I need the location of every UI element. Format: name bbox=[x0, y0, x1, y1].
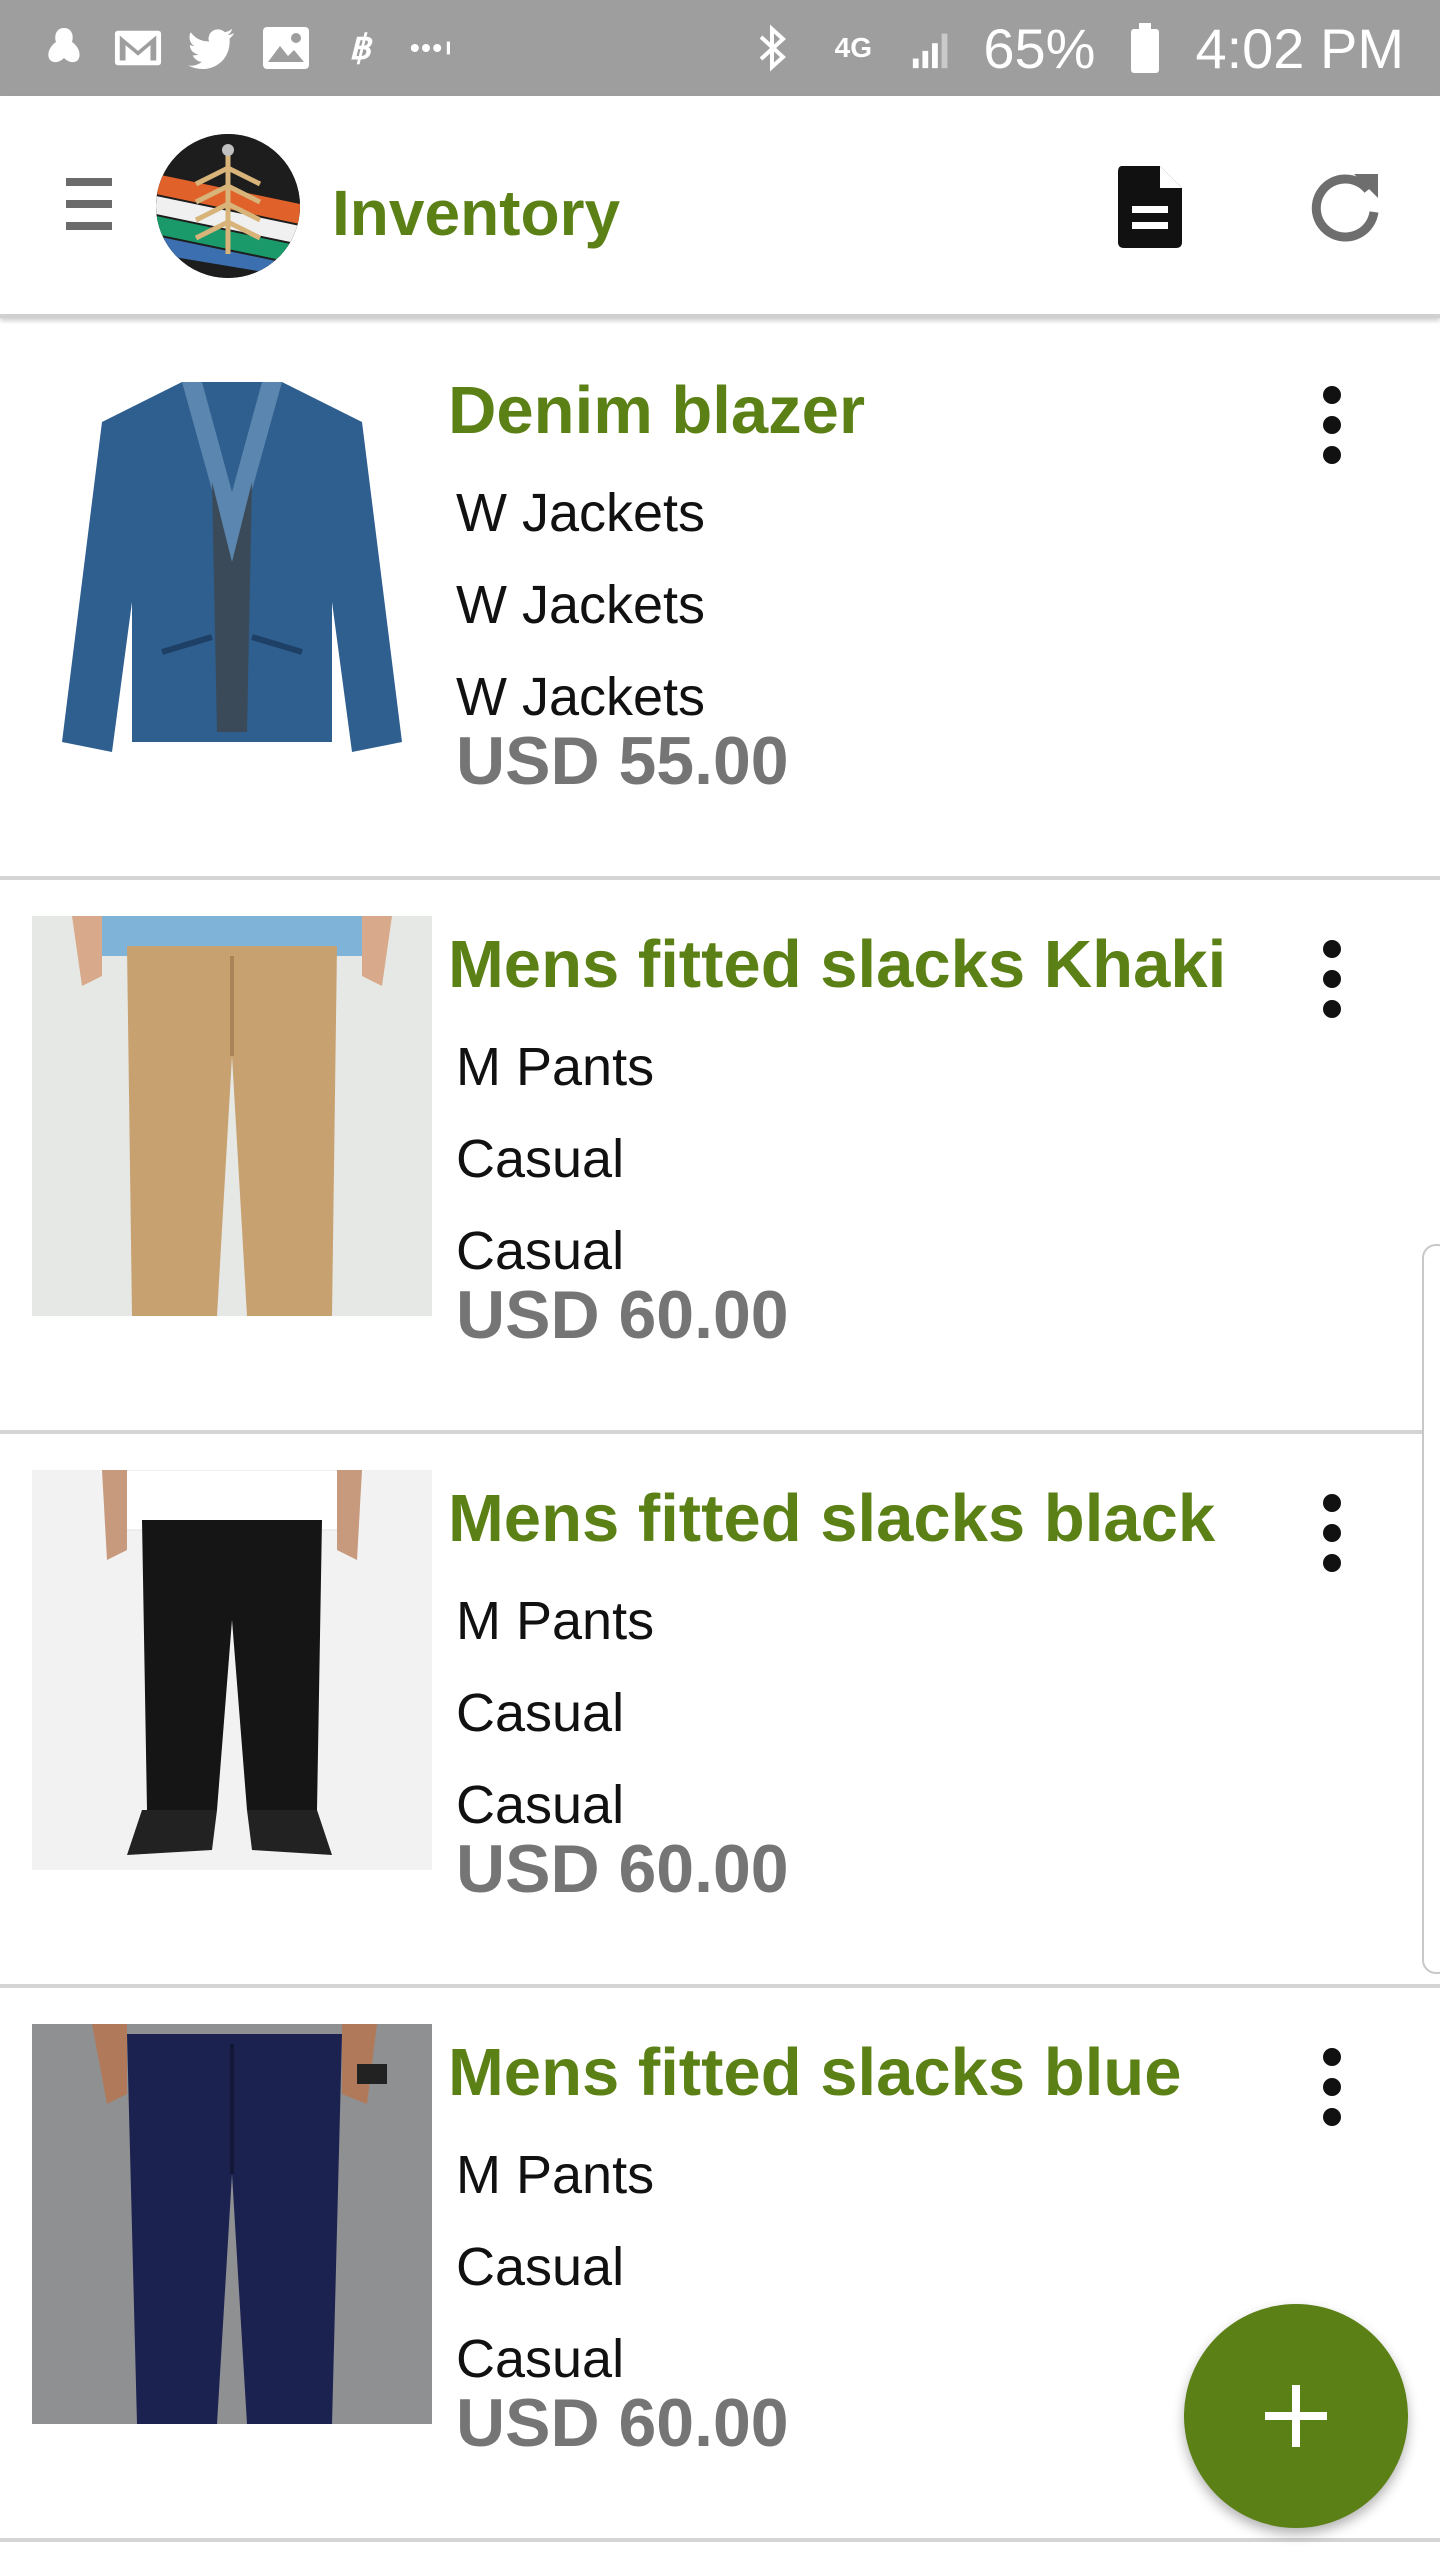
notification-app-icon bbox=[40, 24, 88, 72]
item-category: M Pants bbox=[456, 1037, 655, 1097]
app-title: Inventory bbox=[332, 177, 621, 249]
item-subcategory: Casual bbox=[456, 1129, 625, 1189]
item-type: Casual bbox=[456, 2329, 625, 2389]
gmail-icon bbox=[114, 24, 162, 72]
item-price: USD 60.00 bbox=[456, 1831, 789, 1907]
battery-percent: 65% bbox=[983, 16, 1096, 80]
add-icon bbox=[1265, 2385, 1327, 2447]
khaki-pants-image bbox=[32, 916, 432, 1316]
item-price: USD 55.00 bbox=[456, 723, 789, 799]
more-options-icon[interactable] bbox=[1316, 2048, 1348, 2128]
item-type: Casual bbox=[456, 1221, 625, 1281]
item-name: Mens fitted slacks blue bbox=[448, 2035, 1182, 2110]
signal-icon bbox=[909, 24, 957, 72]
item-name: Mens fitted slacks black bbox=[448, 1481, 1216, 1556]
app-logo bbox=[156, 134, 300, 278]
bitcoin-icon: ฿ bbox=[349, 29, 371, 67]
item-name: Denim blazer bbox=[448, 373, 866, 448]
more-options-icon[interactable] bbox=[1316, 386, 1348, 466]
item-subcategory: Casual bbox=[456, 1683, 625, 1743]
twitter-icon bbox=[188, 24, 236, 72]
item-subcategory: W Jackets bbox=[456, 575, 706, 635]
item-price: USD 60.00 bbox=[456, 1277, 789, 1353]
more-options-icon[interactable] bbox=[1316, 1494, 1348, 1574]
network-4g-icon: 4G bbox=[834, 32, 873, 63]
gallery-icon bbox=[262, 24, 310, 72]
more-options-icon[interactable] bbox=[1316, 940, 1348, 1020]
status-bar: ฿ 4G 65% 4:02 PM bbox=[0, 0, 1440, 96]
item-type: W Jackets bbox=[456, 667, 706, 727]
item-type: Casual bbox=[456, 1775, 625, 1835]
document-icon[interactable] bbox=[1116, 164, 1184, 250]
clock: 4:02 PM bbox=[1195, 16, 1404, 80]
item-category: M Pants bbox=[456, 2145, 655, 2205]
item-category: M Pants bbox=[456, 1591, 655, 1651]
status-bar-system: 4G 65% 4:02 PM bbox=[749, 16, 1404, 81]
refresh-icon[interactable] bbox=[1306, 168, 1384, 246]
menu-icon[interactable] bbox=[66, 178, 112, 234]
app-bar: Inventory bbox=[0, 96, 1440, 318]
more-notifications-icon bbox=[410, 24, 458, 72]
status-bar-notifications: ฿ bbox=[40, 24, 458, 72]
scrollbar[interactable] bbox=[1422, 1244, 1440, 1974]
list-item[interactable]: Denim blazer W Jackets W Jackets W Jacke… bbox=[0, 330, 1440, 880]
bluetooth-icon bbox=[749, 24, 797, 72]
blue-pants-image bbox=[32, 2024, 432, 2424]
list-item[interactable]: Mens fitted slacks Khaki M Pants Casual … bbox=[0, 884, 1440, 1434]
item-category: W Jackets bbox=[456, 483, 706, 543]
black-pants-image bbox=[32, 1470, 432, 1870]
add-item-button[interactable] bbox=[1184, 2304, 1408, 2528]
list-item[interactable]: Mens fitted slacks black M Pants Casual … bbox=[0, 1438, 1440, 1988]
battery-icon bbox=[1121, 23, 1169, 73]
denim-jacket-image bbox=[32, 362, 432, 762]
item-subcategory: Casual bbox=[456, 2237, 625, 2297]
item-price: USD 60.00 bbox=[456, 2385, 789, 2461]
item-name: Mens fitted slacks Khaki bbox=[448, 927, 1227, 1002]
